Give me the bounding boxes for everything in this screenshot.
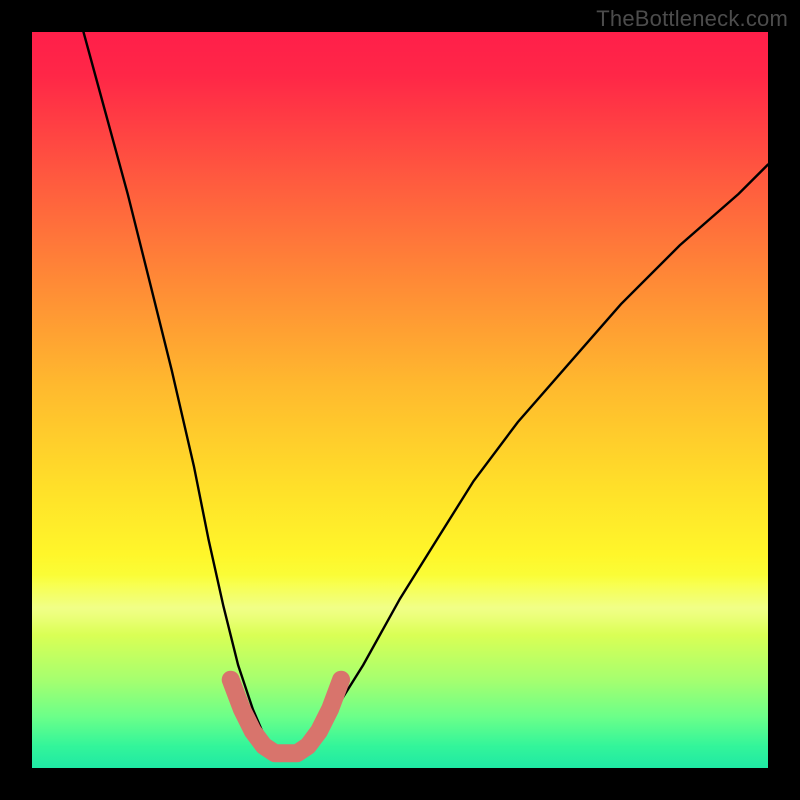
attribution-text: TheBottleneck.com: [596, 6, 788, 32]
curve-layer: [32, 32, 768, 768]
chart-frame: TheBottleneck.com: [0, 0, 800, 800]
bottleneck-curve: [84, 32, 769, 753]
